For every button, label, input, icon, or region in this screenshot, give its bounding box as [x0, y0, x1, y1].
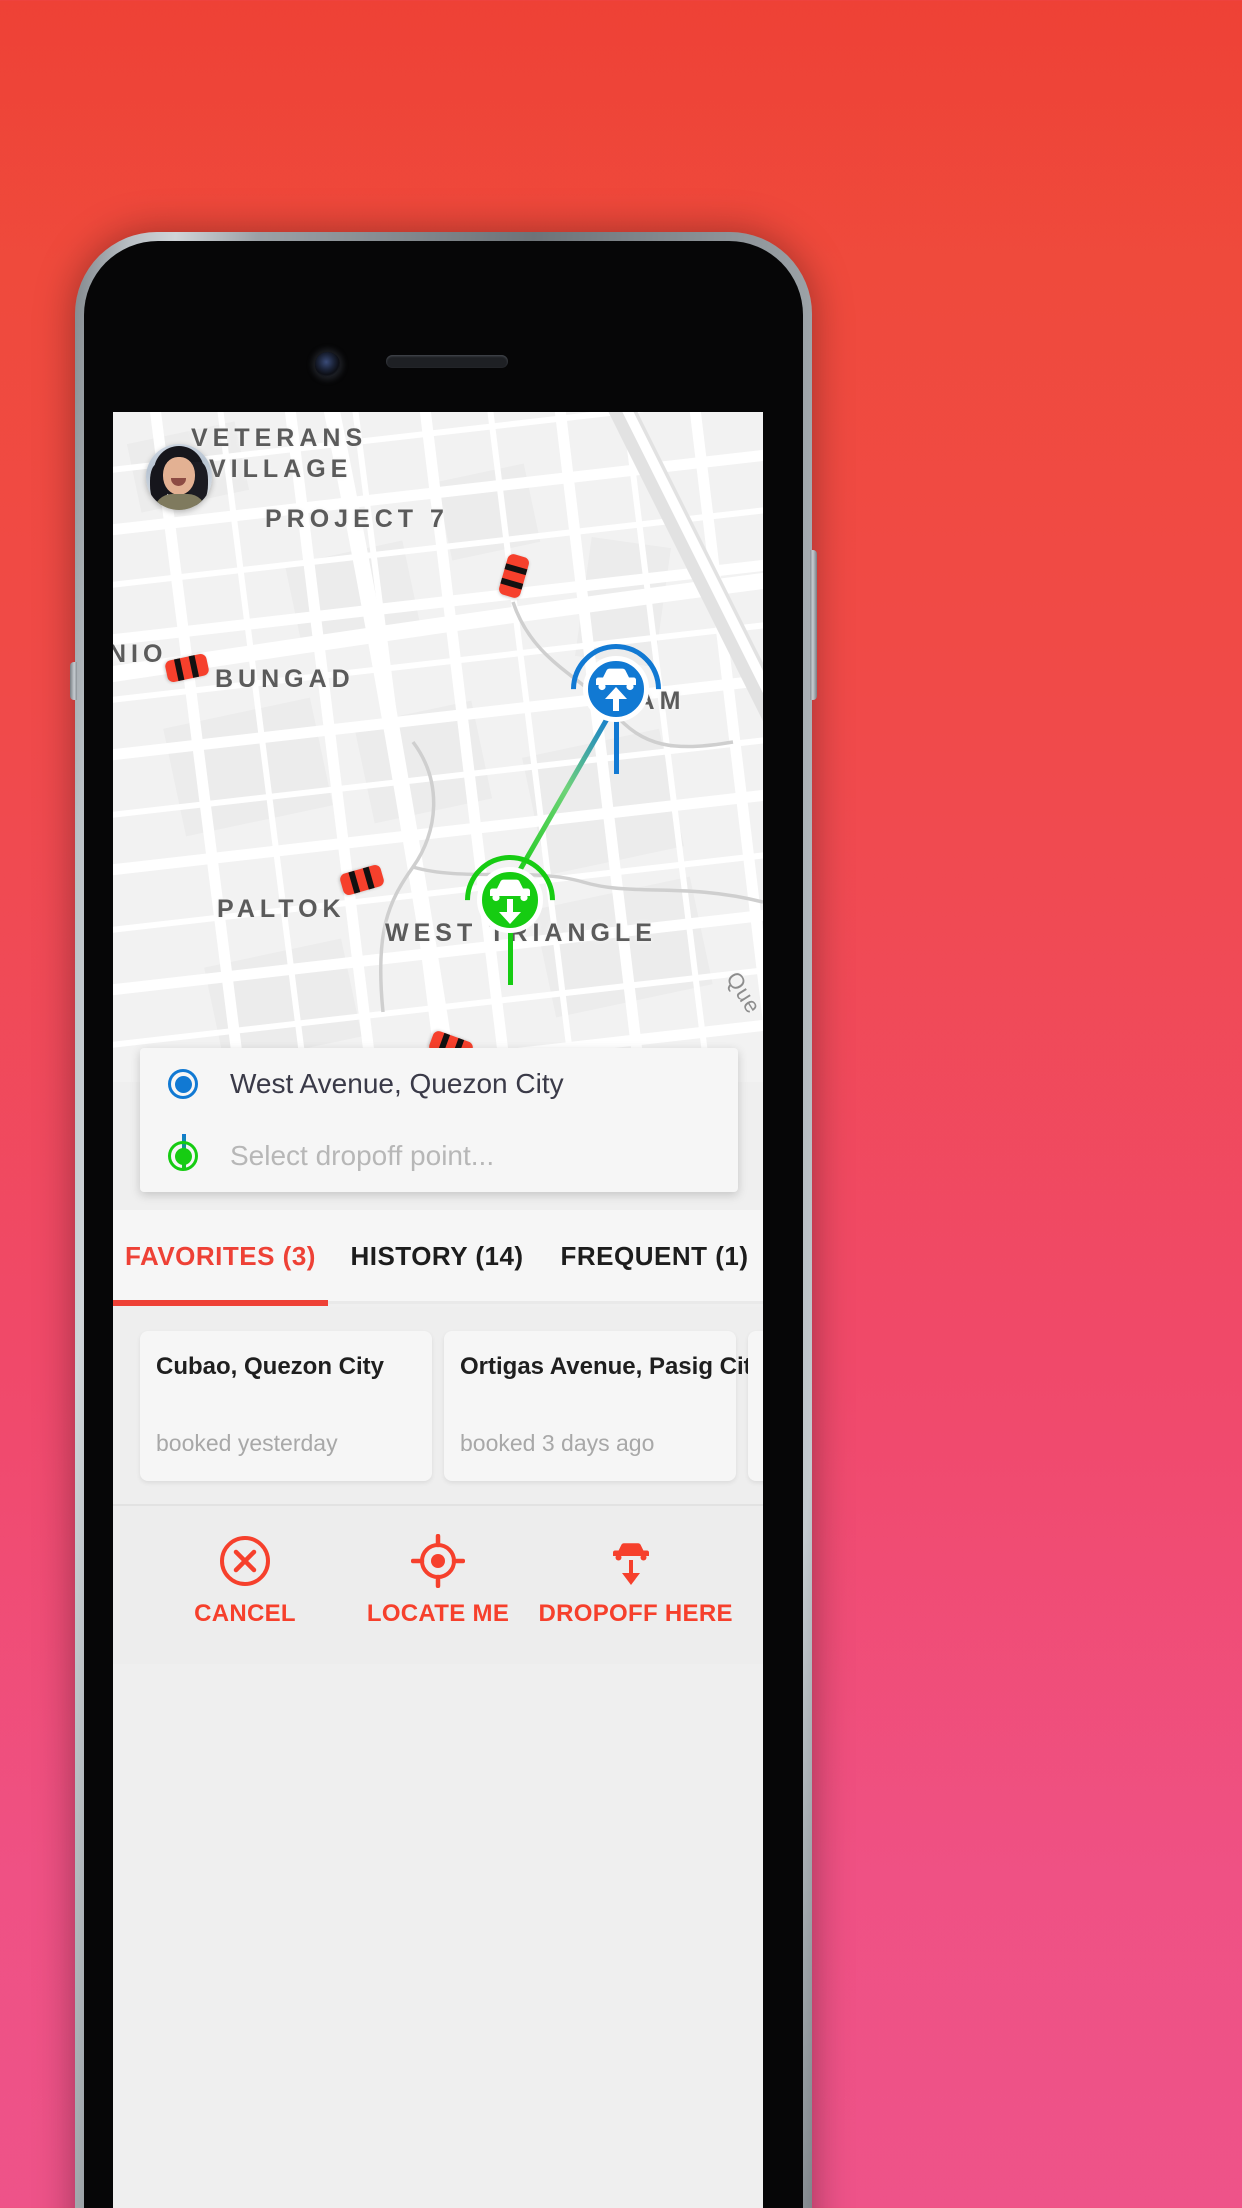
phone-device-frame: VETERANS VILLAGE PROJECT 7 NIO BUNGAD IL… — [70, 232, 817, 2208]
app-screen: VETERANS VILLAGE PROJECT 7 NIO BUNGAD IL… — [113, 412, 763, 2208]
address-card: West Avenue, Quezon City Select dropoff … — [140, 1048, 738, 1192]
avatar[interactable] — [146, 444, 212, 510]
car-down-arrow-icon — [490, 879, 530, 924]
list-item[interactable]: Ortigas Avenue, Pasig City booked 3 days… — [444, 1331, 763, 1481]
cancel-circle-x-icon — [153, 1532, 338, 1590]
locate-crosshair-icon — [346, 1532, 531, 1590]
pickup-address-value: West Avenue, Quezon City — [230, 1068, 564, 1099]
favorite-subtitle: booked yesterday — [156, 1430, 338, 1456]
power-button[interactable] — [810, 550, 817, 700]
map-label-bungad: BUNGAD — [215, 665, 355, 693]
list-item[interactable]: Cubao, Quezon City booked yesterday — [140, 1331, 432, 1481]
dropoff-address-placeholder: Select dropoff point... — [230, 1140, 495, 1171]
locate-me-button-label: LOCATE ME — [366, 1600, 510, 1627]
avatar-body — [154, 494, 206, 510]
earpiece-speaker — [386, 355, 508, 368]
favorite-title: Cubao, Quezon City — [156, 1353, 384, 1380]
dropoff-address-row[interactable]: Select dropoff point... — [140, 1120, 738, 1192]
map-label-village: VILLAGE — [209, 455, 353, 483]
car-down-arrow-icon — [539, 1532, 724, 1590]
favorite-subtitle: booked 3 days ago — [460, 1430, 655, 1456]
pickup-marker[interactable] — [552, 625, 680, 774]
map-label-project7: PROJECT 7 — [265, 505, 449, 533]
action-bar: CANCEL LOCATE ME DROPOFF HERE — [113, 1504, 763, 1664]
car-up-arrow-icon — [596, 668, 636, 711]
map-view[interactable]: VETERANS VILLAGE PROJECT 7 NIO BUNGAD IL… — [113, 412, 763, 1082]
favorite-title: Ortigas Avenue, Pasig City — [460, 1353, 763, 1380]
dropoff-dot-icon — [168, 1141, 198, 1171]
map-label-veterans: VETERANS — [191, 424, 368, 452]
avatar-face — [163, 457, 195, 495]
list-item[interactable] — [748, 1331, 763, 1481]
dropoff-here-button[interactable]: DROPOFF HERE — [538, 1532, 733, 1628]
favorites-list[interactable]: Cubao, Quezon City booked yesterday Orti… — [113, 1307, 763, 1504]
map-label-paltok: PALTOK — [217, 895, 346, 923]
dropoff-marker[interactable] — [446, 836, 574, 985]
tab-history[interactable]: HISTORY (14) — [328, 1209, 546, 1303]
tab-bar: FAVORITES (3) HISTORY (14) FREQUENT (1) — [113, 1209, 763, 1306]
volume-button[interactable] — [70, 662, 77, 700]
tab-favorites[interactable]: FAVORITES (3) — [113, 1209, 328, 1306]
pickup-address-row[interactable]: West Avenue, Quezon City — [140, 1048, 738, 1120]
tab-frequent[interactable]: FREQUENT (1) — [546, 1209, 763, 1303]
dropoff-here-button-label: DROPOFF HERE — [538, 1600, 733, 1627]
front-camera-icon — [315, 352, 340, 377]
cancel-button[interactable]: CANCEL — [153, 1532, 338, 1628]
map-label-nio: NIO — [113, 640, 168, 668]
favorites-scroller[interactable]: Cubao, Quezon City booked yesterday Orti… — [113, 1307, 763, 1504]
locate-me-button[interactable]: LOCATE ME — [346, 1532, 531, 1628]
cancel-button-label: CANCEL — [194, 1600, 296, 1627]
pickup-dot-icon — [168, 1069, 198, 1099]
